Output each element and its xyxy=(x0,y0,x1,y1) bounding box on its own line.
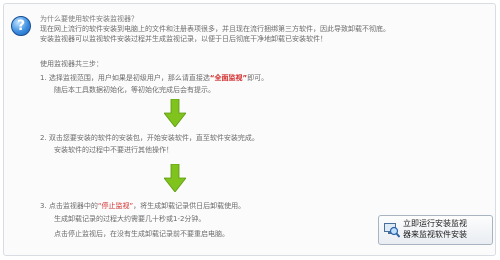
step-1: 1. 选择监视范围，用户如果是初级用户，那么请直接选“全面监视”即可。 xyxy=(40,73,268,83)
question-heading: 为什么要使用软件安装监视器？ xyxy=(40,15,138,23)
intro-line-1: 现在网上流行的软件安装到电脑上的文件和注册表项很多，并且现在流行捆绑第三方软件，… xyxy=(40,25,390,33)
step-3-note-2: 点击停止监视后，在没有生成卸载记录前不要重启电脑。 xyxy=(54,230,229,238)
green-down-arrow-icon xyxy=(164,164,186,192)
monitor-magnifier-icon xyxy=(384,223,400,238)
steps-title: 使用监视器共三步： xyxy=(40,60,103,68)
start-monitor-label-1: 立即运行安装监视 xyxy=(403,219,467,228)
step-2-note: 安装软件的过程中不要进行其他操作！ xyxy=(54,146,173,154)
step-1-highlight: “全面监视” xyxy=(209,74,248,82)
step-1-prefix: 1. 选择监视范围，用户如果是初级用户，那么请直接选 xyxy=(40,74,210,82)
start-monitor-label-2: 器来监视软件安装 xyxy=(403,230,467,239)
intro-line-2: 安装监视器可以监视软件安装过程并生成监视记录，以便于日后彻底干净地卸载已安装软件… xyxy=(40,35,327,43)
step-1-suffix: 即可。 xyxy=(247,74,269,82)
step-1-note: 随后本工具数据初始化，等初始化完成后会有提示。 xyxy=(54,86,215,94)
step-3-suffix: ，将生成卸载记录供日后卸载使用。 xyxy=(133,202,246,210)
step-2: 2. 双击您要安装的软件的安装包，开始安装软件，直至软件安装完成。 xyxy=(40,134,259,142)
step-3-highlight: “停止监视” xyxy=(97,202,134,210)
info-panel: ? 为什么要使用软件安装监视器？ 现在网上流行的软件安装到电脑上的文件和注册表项… xyxy=(3,3,496,256)
green-down-arrow-icon xyxy=(164,99,186,127)
step-3-prefix: 3. 点击监视器中的 xyxy=(40,202,98,210)
start-monitor-button[interactable]: 立即运行安装监视 器来监视软件安装 xyxy=(378,215,493,245)
step-3-note-1: 生成卸载记录的过程大约需要几十秒或1-2分钟。 xyxy=(54,215,206,223)
step-3: 3. 点击监视器中的“停止监视”，将生成卸载记录供日后卸载使用。 xyxy=(40,201,245,211)
question-mark-icon: ? xyxy=(11,16,31,36)
